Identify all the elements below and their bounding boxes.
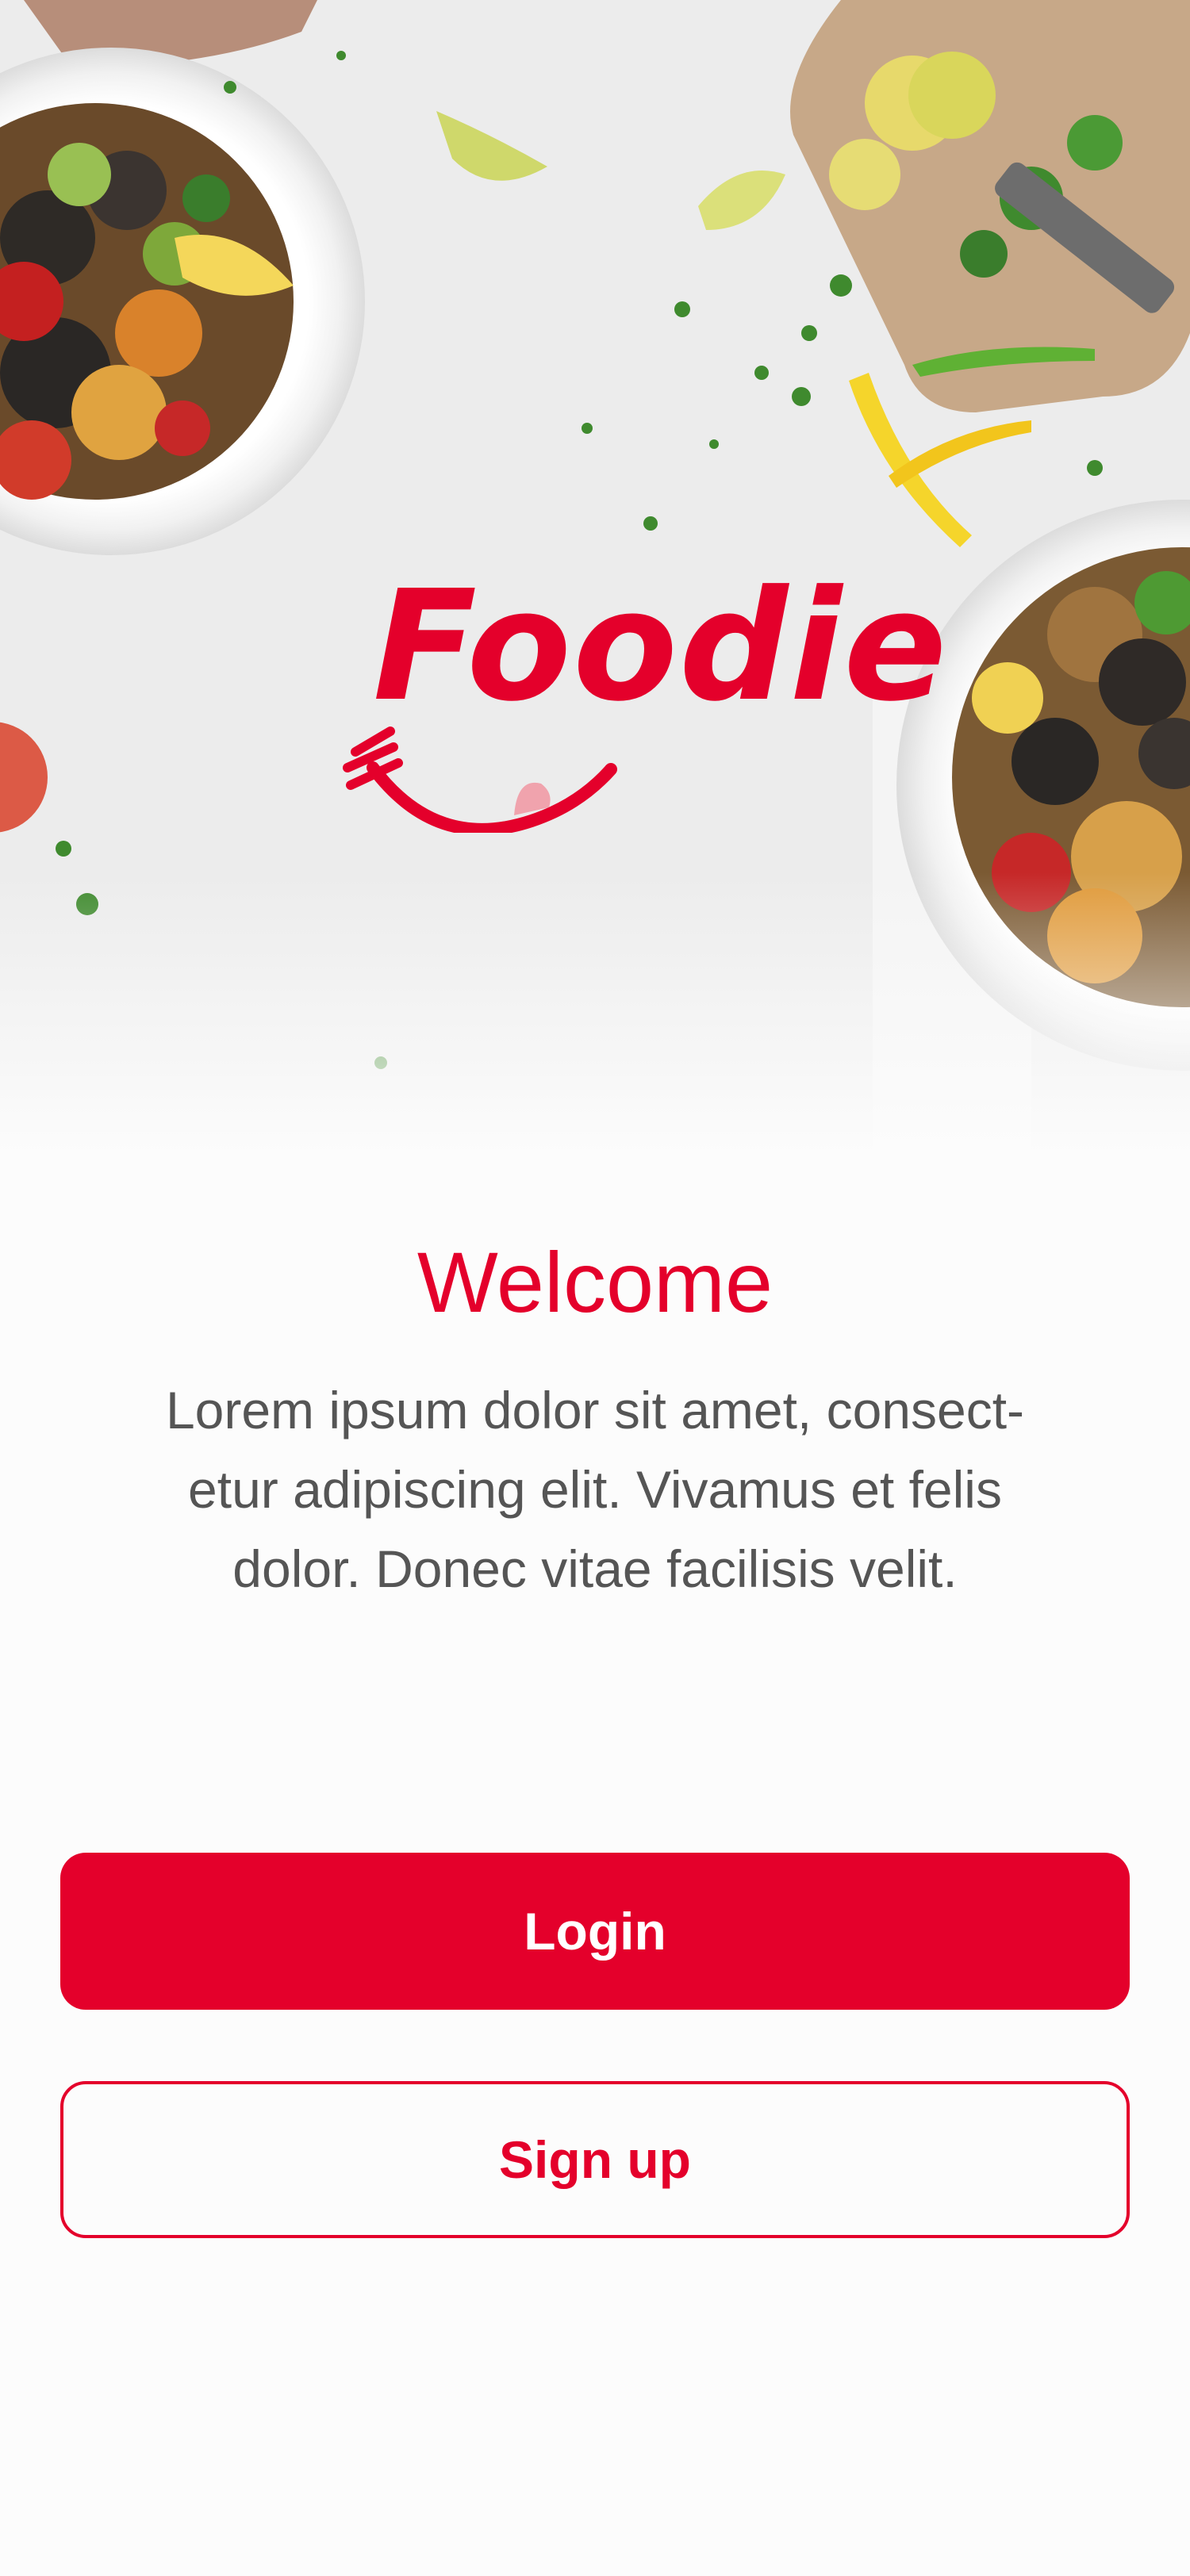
login-button[interactable]: Login [60,1853,1130,2010]
logo-wordmark: Foodie [373,558,949,735]
welcome-description-line: Lorem ipsum dolor sit amet, consect- [165,1381,1025,1439]
welcome-title: Welcome [416,1234,774,1330]
foodie-logo: Foodie [341,571,947,841]
welcome-description-line: dolor. Donec vitae facilisis velit. [232,1539,958,1598]
signup-button[interactable]: Sign up [60,2081,1130,2238]
welcome-screen: Foodie Welcome Lorem ipsum dolor sit ame… [0,0,1190,2576]
welcome-description-line: etur adipiscing elit. Vivamus et felis [188,1460,1002,1519]
login-button-label: Login [524,1902,666,1961]
welcome-description: Lorem ipsum dolor sit amet, consect- etu… [119,1370,1071,1608]
signup-button-label: Sign up [499,2130,691,2189]
fork-smile-icon [343,726,617,833]
